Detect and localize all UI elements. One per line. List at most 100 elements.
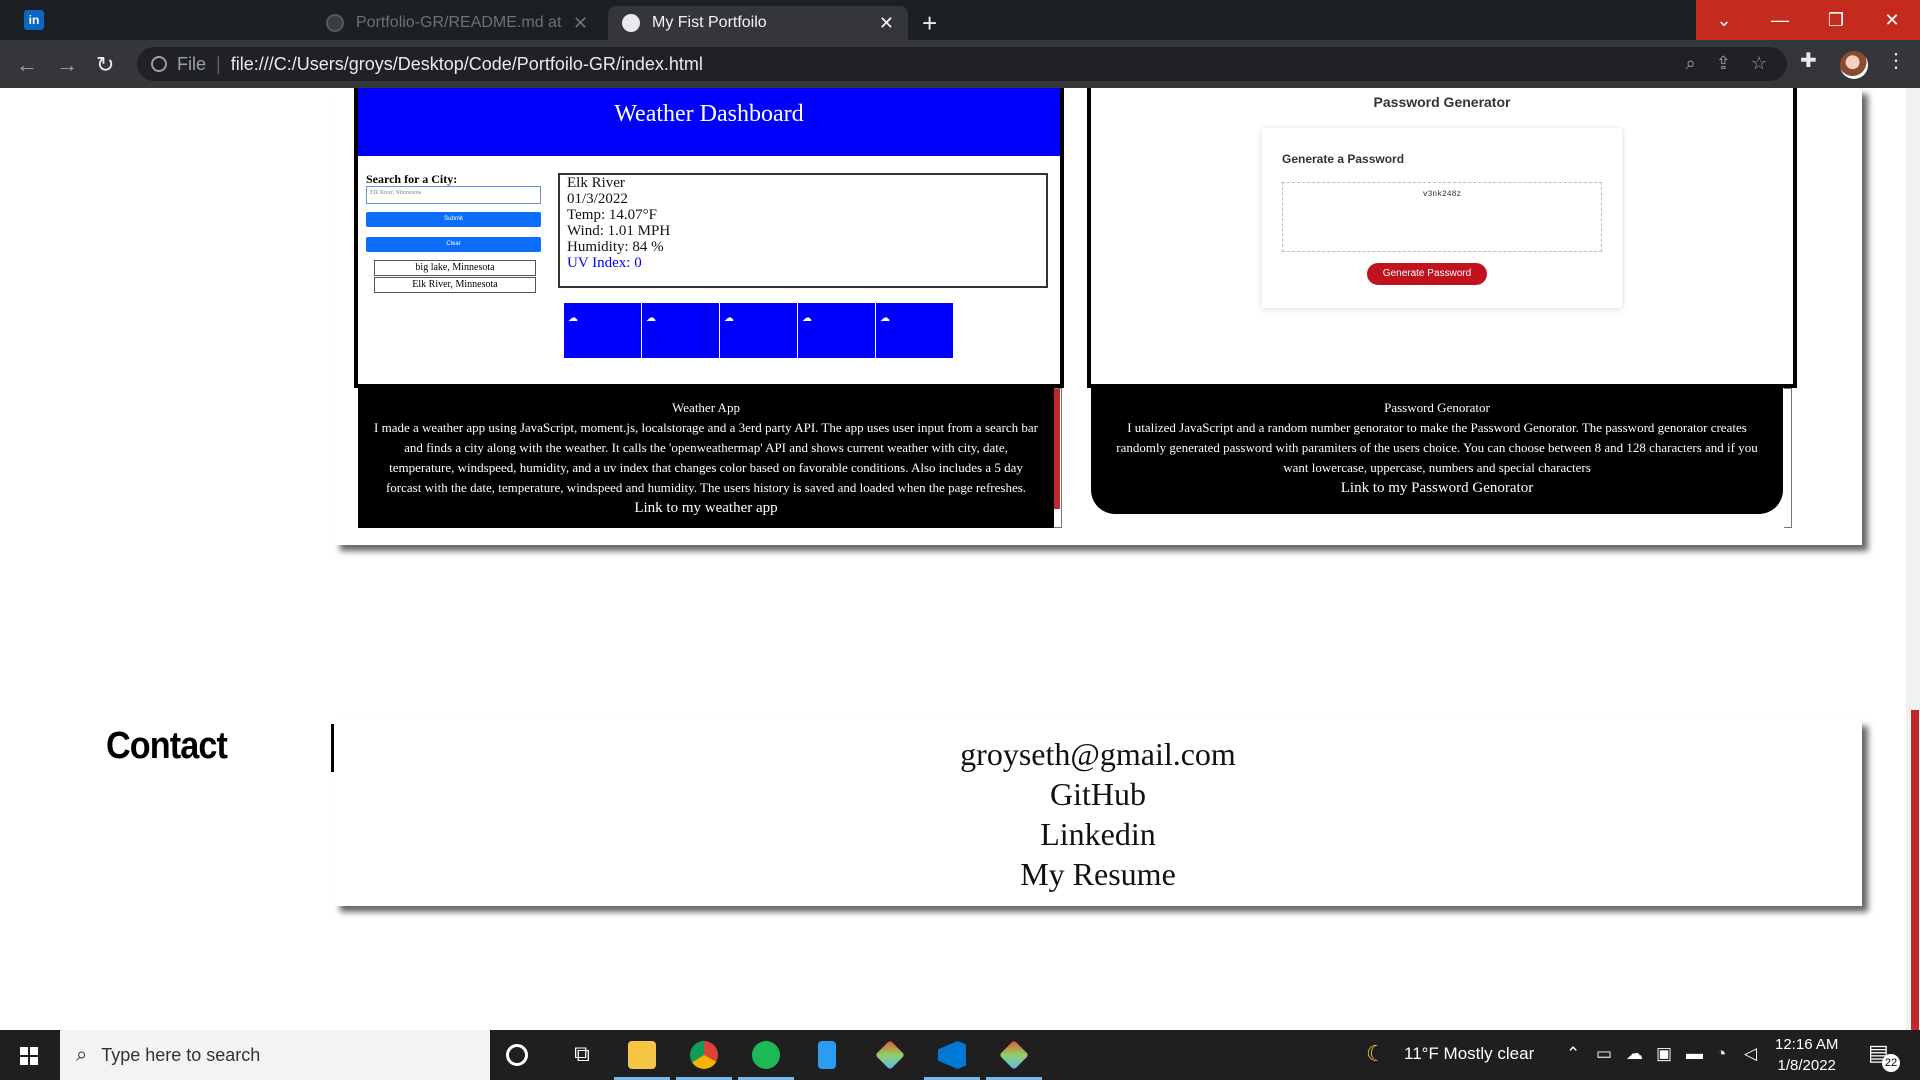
address-bar[interactable]: File | file:///C:/Users/groys/Desktop/Co… bbox=[137, 47, 1787, 81]
password-output: v3nk248z bbox=[1282, 182, 1602, 252]
current-humidity: Humidity: 84 % bbox=[567, 239, 664, 255]
new-tab-button[interactable]: + bbox=[922, 8, 937, 39]
project-title: Weather App bbox=[672, 400, 740, 415]
weather-app-link[interactable]: Link to my weather app bbox=[374, 498, 1038, 518]
history-item: Elk River, Minnesota bbox=[374, 277, 536, 293]
onedrive-icon[interactable]: ☁ bbox=[1626, 1044, 1643, 1064]
close-tab-icon[interactable]: ✕ bbox=[879, 13, 894, 34]
windows-start-icon[interactable] bbox=[20, 1047, 38, 1065]
zoom-icon[interactable]: ⌕ bbox=[1686, 53, 1696, 74]
file-explorer-icon[interactable] bbox=[628, 1041, 656, 1069]
current-uv-index: UV Index: 0 bbox=[567, 255, 642, 271]
password-card-title: Generate a Password bbox=[1282, 152, 1405, 166]
notification-center-icon[interactable]: ▤ 22 bbox=[1868, 1040, 1900, 1072]
vscode-icon[interactable] bbox=[938, 1041, 966, 1069]
extensions-icon[interactable]: ✚ bbox=[1800, 48, 1817, 73]
browser-toolbar: ← → ↻ File | file:///C:/Users/groys/Desk… bbox=[0, 40, 1920, 88]
weather-app-preview[interactable]: Weather Dashboard Search for a City: Elk… bbox=[354, 88, 1064, 388]
weather-widget-text[interactable]: 11°F Mostly clear bbox=[1404, 1044, 1534, 1064]
tab-search-icon[interactable]: ⌄ bbox=[1696, 0, 1752, 40]
restore-button[interactable]: ❐ bbox=[1808, 0, 1864, 40]
generate-password-button: Generate Password bbox=[1367, 263, 1487, 285]
close-window-button[interactable]: ✕ bbox=[1864, 0, 1920, 40]
password-generator-title: Password Generator bbox=[1373, 94, 1511, 110]
cloud-icon: ☁ bbox=[802, 313, 812, 324]
forward-button[interactable]: → bbox=[56, 52, 78, 78]
chrome-icon[interactable] bbox=[690, 1041, 718, 1069]
password-generator-link[interactable]: Link to my Password Genorator bbox=[1103, 478, 1771, 498]
back-button[interactable]: ← bbox=[16, 52, 38, 78]
city-search-input: Elk River, Minnesota bbox=[366, 186, 541, 204]
cloud-icon: ☁ bbox=[880, 313, 890, 324]
password-generator-description: Password Genorator I utalized JavaScript… bbox=[1091, 388, 1783, 514]
current-weather-panel: Elk River 01/3/2022 Temp: 14.07°F Wind: … bbox=[558, 173, 1048, 288]
menu-icon[interactable]: ⋮ bbox=[1886, 48, 1906, 73]
profile-avatar[interactable] bbox=[1840, 51, 1868, 79]
taskbar-search-placeholder: Type here to search bbox=[101, 1044, 261, 1065]
password-card: Generate a Password v3nk248z Generate Pa… bbox=[1262, 128, 1622, 308]
weather-moon-icon[interactable]: ☾ bbox=[1366, 1041, 1386, 1067]
site-info-icon[interactable] bbox=[151, 56, 167, 72]
current-city: Elk River bbox=[567, 175, 625, 191]
forecast-day-card: ☁ bbox=[876, 303, 953, 358]
clock-time: 12:16 AM bbox=[1775, 1036, 1839, 1053]
forecast-day-card: ☁ bbox=[642, 303, 719, 358]
display-icon[interactable]: ▣ bbox=[1656, 1044, 1672, 1064]
meet-now-icon[interactable]: ▭ bbox=[1596, 1044, 1612, 1064]
contact-card: groyseth@gmail.com GitHub Linkedin My Re… bbox=[334, 720, 1862, 906]
forecast-day-card: ☁ bbox=[720, 303, 797, 358]
current-temp: Temp: 14.07°F bbox=[567, 207, 657, 223]
address-separator: | bbox=[216, 53, 221, 74]
cloud-icon: ☁ bbox=[568, 313, 578, 324]
clear-button: Clear bbox=[366, 237, 541, 252]
minimize-button[interactable]: — bbox=[1752, 0, 1808, 40]
window-controls: ⌄ — ❐ ✕ bbox=[1696, 0, 1920, 40]
notification-count: 22 bbox=[1882, 1054, 1900, 1072]
spotify-icon[interactable] bbox=[752, 1041, 780, 1069]
email-link[interactable]: groyseth@gmail.com bbox=[334, 734, 1862, 774]
git-icon[interactable] bbox=[999, 1040, 1029, 1070]
url-text[interactable]: file:///C:/Users/groys/Desktop/Code/Port… bbox=[231, 54, 703, 75]
git-icon[interactable] bbox=[875, 1040, 905, 1070]
forecast-day-card: ☁ bbox=[564, 303, 641, 358]
show-hidden-icons[interactable]: ⌃ bbox=[1566, 1044, 1580, 1064]
browser-tab-strip: in Portfolio-GR/README.md at ma ✕ My Fis… bbox=[0, 0, 1920, 40]
password-generator-preview[interactable]: Password Generator Generate a Password v… bbox=[1087, 88, 1797, 388]
phone-link-icon[interactable] bbox=[818, 1041, 836, 1069]
contact-heading: Contact bbox=[106, 725, 228, 767]
page-scrollbar-thumb[interactable] bbox=[1911, 710, 1919, 1030]
linkedin-link[interactable]: Linkedin bbox=[334, 814, 1862, 854]
taskbar-clock[interactable]: 12:16 AM 1/8/2022 bbox=[1775, 1034, 1838, 1076]
project-title: Password Genorator bbox=[1384, 400, 1490, 415]
globe-icon bbox=[622, 14, 640, 32]
project-description: I made a weather app using JavaScript, m… bbox=[374, 420, 1038, 495]
current-wind: Wind: 1.01 MPH bbox=[567, 223, 671, 239]
task-view-icon[interactable]: ⧉ bbox=[568, 1041, 596, 1069]
description-scrollbar[interactable] bbox=[1784, 388, 1792, 528]
clock-date: 1/8/2022 bbox=[1777, 1057, 1836, 1074]
close-tab-icon[interactable]: ✕ bbox=[573, 13, 588, 34]
forecast-row: ☁ ☁ ☁ ☁ ☁ bbox=[564, 303, 953, 358]
bookmark-star-icon[interactable]: ☆ bbox=[1751, 53, 1767, 74]
search-icon: ⌕ bbox=[76, 1043, 88, 1066]
volume-icon[interactable]: ◁ bbox=[1744, 1044, 1757, 1064]
taskbar-search[interactable]: ⌕ Type here to search bbox=[60, 1030, 490, 1080]
project-description: I utalized JavaScript and a random numbe… bbox=[1116, 420, 1758, 475]
share-icon[interactable]: ⇪ bbox=[1716, 53, 1731, 74]
weather-dashboard-header: Weather Dashboard bbox=[358, 88, 1060, 156]
description-scrollbar[interactable] bbox=[1054, 388, 1062, 528]
tab-github-readme[interactable]: Portfolio-GR/README.md at ma ✕ bbox=[312, 6, 602, 40]
address-bar-actions: ⌕ ⇪ ☆ bbox=[1686, 53, 1767, 74]
reload-button[interactable]: ↻ bbox=[96, 52, 114, 78]
battery-icon[interactable]: ▬ bbox=[1686, 1044, 1703, 1064]
description-scrollbar-thumb[interactable] bbox=[1054, 389, 1060, 509]
github-link[interactable]: GitHub bbox=[334, 774, 1862, 814]
wifi-icon[interactable]: ◔ bbox=[1716, 1044, 1726, 1064]
resume-link[interactable]: My Resume bbox=[334, 854, 1862, 894]
tab-portfolio[interactable]: My Fist Portfoilo ✕ bbox=[608, 6, 908, 40]
weather-app-description: Weather App I made a weather app using J… bbox=[358, 388, 1054, 528]
linkedin-app-icon[interactable]: in bbox=[24, 10, 44, 30]
cortana-icon[interactable] bbox=[506, 1044, 528, 1066]
current-date: 01/3/2022 bbox=[567, 191, 628, 207]
history-item: big lake, Minnesota bbox=[374, 260, 536, 276]
